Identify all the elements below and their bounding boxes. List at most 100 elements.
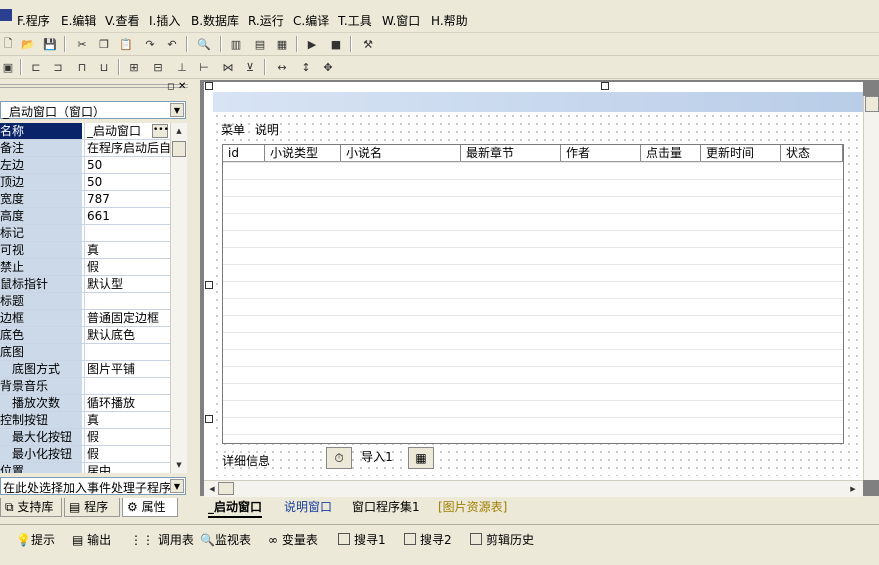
tab-about-window[interactable]: 说明窗口 — [284, 498, 332, 516]
menu-help[interactable]: H.帮助 — [431, 12, 468, 29]
form-menu-item[interactable]: 菜单 — [221, 123, 245, 137]
size-equal-icon[interactable]: ✥ — [320, 59, 336, 75]
property-row[interactable]: 背景音乐 — [0, 378, 170, 395]
resize-handle[interactable] — [601, 82, 609, 90]
layout-left-icon[interactable]: ▥ — [228, 36, 244, 52]
layout-bottom-icon[interactable]: ▤ — [252, 36, 268, 52]
scroll-thumb[interactable] — [172, 141, 186, 157]
new-file-icon[interactable]: 🗋 — [0, 36, 16, 52]
scroll-thumb[interactable] — [218, 482, 234, 495]
open-folder-icon[interactable]: 📂 — [20, 36, 36, 52]
property-row[interactable]: 底图方式 图片平铺 — [0, 361, 170, 378]
property-row[interactable]: 标记 — [0, 225, 170, 242]
undo-icon[interactable]: ↶ — [164, 36, 180, 52]
paste-icon[interactable]: 📋 — [118, 36, 134, 52]
tab-clipboard-history[interactable]: 剪辑历史 — [470, 531, 534, 548]
column-header[interactable]: 点击量 — [641, 145, 701, 161]
property-row[interactable]: 最小化按钮假 — [0, 446, 170, 463]
center-horizontal-icon[interactable]: ⊞ — [126, 59, 142, 75]
menu-run[interactable]: R.运行 — [248, 12, 284, 29]
property-row[interactable]: 可视真 — [0, 242, 170, 259]
tab-image-resources[interactable]: [图片资源表] — [438, 498, 507, 516]
column-header[interactable]: id — [223, 145, 265, 161]
property-value[interactable]: 默认型 — [84, 276, 170, 292]
property-value[interactable]: 居中 — [84, 463, 170, 473]
property-row[interactable]: 高度 661 — [0, 208, 170, 225]
tab-output[interactable]: ▤ 输出 — [72, 531, 111, 548]
property-row[interactable]: 顶边 50 — [0, 174, 170, 191]
import-button[interactable]: 导入1 — [356, 445, 398, 467]
property-row[interactable]: 最大化按钮假 — [0, 429, 170, 446]
save-icon[interactable]: 💾 — [42, 36, 58, 52]
layout-split-icon[interactable]: ▦ — [274, 36, 290, 52]
property-row[interactable]: 名称 _启动窗口 ••• — [0, 123, 170, 140]
width-equal-icon[interactable]: ↔ — [274, 59, 290, 75]
property-row[interactable]: 底色 默认底色 — [0, 327, 170, 344]
debug-tools-icon[interactable]: ⚒ — [360, 36, 376, 52]
property-value[interactable]: 默认底色 — [84, 327, 170, 343]
tab-startup-window[interactable]: _启动窗口 — [208, 498, 263, 518]
property-value[interactable] — [84, 378, 170, 394]
property-row[interactable]: 备注 在程序启动后自 — [0, 140, 170, 157]
column-header[interactable]: 更新时间 — [701, 145, 781, 161]
tab-window-assembly[interactable]: 窗口程序集1 — [352, 498, 420, 516]
menu-insert[interactable]: I.插入 — [149, 12, 180, 29]
menu-file[interactable]: F.程序 — [17, 12, 50, 29]
space-vertical-icon[interactable]: ⊻ — [242, 59, 258, 75]
column-header[interactable]: 小说类型 — [265, 145, 341, 161]
property-row[interactable]: 底图 — [0, 344, 170, 361]
menu-database[interactable]: B.数据库 — [191, 12, 239, 29]
tab-hint[interactable]: 💡提示 — [16, 531, 55, 548]
scroll-down-icon[interactable]: ▼ — [171, 457, 187, 473]
same-height-icon[interactable]: ⊥ — [174, 59, 190, 75]
height-equal-icon[interactable]: ↕ — [298, 59, 314, 75]
column-header[interactable]: 小说名 — [341, 145, 461, 161]
scroll-right-icon[interactable]: ▶ — [845, 481, 861, 497]
grid-icon[interactable]: ▣ — [0, 59, 16, 75]
property-value[interactable] — [84, 225, 170, 241]
property-value[interactable]: 在程序启动后自 — [84, 140, 170, 156]
stop-icon[interactable]: ■ — [328, 36, 344, 52]
copy-icon[interactable]: ❐ — [96, 36, 112, 52]
panel-restore-icon[interactable]: ◻ — [167, 82, 174, 92]
scroll-up-icon[interactable]: ▲ — [171, 123, 187, 139]
tab-watch[interactable]: 🔍监视表 — [200, 531, 251, 548]
property-value[interactable]: 循环播放 — [84, 395, 170, 411]
property-row[interactable]: 左边 50 — [0, 157, 170, 174]
space-horizontal-icon[interactable]: ⋈ — [220, 59, 236, 75]
tab-search1[interactable]: 搜寻1 — [338, 531, 386, 548]
menu-view[interactable]: V.查看 — [105, 12, 139, 29]
cut-icon[interactable]: ✂ — [74, 36, 90, 52]
column-header[interactable]: 最新章节 — [461, 145, 561, 161]
column-header[interactable]: 作者 — [561, 145, 641, 161]
chevron-down-icon[interactable]: ▼ — [170, 479, 184, 493]
property-row[interactable]: 位置 居中 — [0, 463, 170, 473]
window-selector-combo[interactable]: _启动窗口（窗口） ▼ — [0, 101, 186, 119]
property-value[interactable]: 真 — [84, 412, 170, 428]
chevron-down-icon[interactable]: ▼ — [170, 103, 184, 117]
form-menu-item[interactable]: 说明 — [255, 123, 279, 137]
property-value[interactable]: 50 — [84, 174, 170, 190]
align-top-icon[interactable]: ⊓ — [74, 59, 90, 75]
panel-close-icon[interactable]: ✕ — [178, 81, 186, 92]
data-source-icon[interactable]: ▦ — [408, 447, 434, 469]
design-horizontal-scrollbar[interactable]: ◀ ▶ — [204, 480, 863, 497]
menu-window[interactable]: W.窗口 — [382, 12, 420, 29]
property-value[interactable] — [84, 344, 170, 360]
property-row[interactable]: 鼠标指针 默认型 — [0, 276, 170, 293]
column-header[interactable]: 状态 — [781, 145, 843, 161]
center-vertical-icon[interactable]: ⊟ — [150, 59, 166, 75]
event-selector-combo[interactable]: 在此处选择加入事件处理子程序 ▼ — [0, 477, 186, 495]
property-row[interactable]: 边框 普通固定边框 — [0, 310, 170, 327]
align-left-icon[interactable]: ⊏ — [28, 59, 44, 75]
tab-support-library[interactable]: ⧉ 支持库 — [0, 498, 62, 517]
align-bottom-icon[interactable]: ⊔ — [96, 59, 112, 75]
property-value[interactable]: 50 — [84, 157, 170, 173]
property-row[interactable]: 标题 — [0, 293, 170, 310]
resize-handle[interactable] — [205, 415, 213, 423]
find-icon[interactable]: 🔍 — [196, 36, 212, 52]
resize-handle[interactable] — [205, 82, 213, 90]
menu-tools[interactable]: T.工具 — [338, 12, 372, 29]
property-value[interactable]: 普通固定边框 — [84, 310, 170, 326]
ellipsis-icon[interactable]: ••• — [152, 124, 169, 138]
